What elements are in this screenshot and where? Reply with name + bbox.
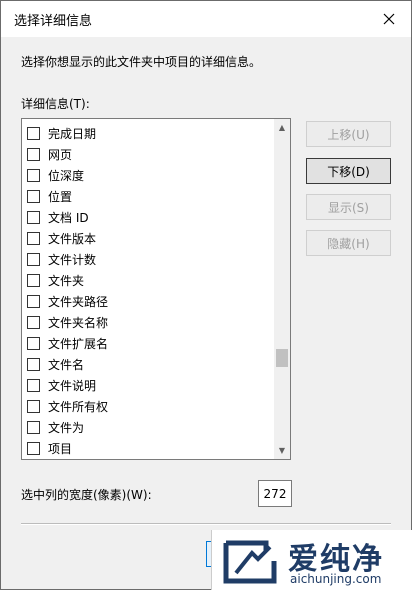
list-item[interactable]: 文件计数 xyxy=(22,249,274,270)
checkbox[interactable] xyxy=(27,400,40,413)
list-item-label: 文档 ID xyxy=(48,211,89,225)
list-item[interactable]: 位置 xyxy=(22,186,274,207)
checkbox[interactable] xyxy=(27,295,40,308)
list-item[interactable]: 位深度 xyxy=(22,165,274,186)
column-width-input[interactable]: 272 xyxy=(258,480,292,507)
checkbox[interactable] xyxy=(27,253,40,266)
show-button[interactable]: 显示(S) xyxy=(306,194,391,220)
list-item-label: 文件扩展名 xyxy=(48,337,109,351)
list-item[interactable]: 文件夹名称 xyxy=(22,312,274,333)
checkbox[interactable] xyxy=(27,169,40,182)
move-down-button[interactable]: 下移(D) xyxy=(306,158,391,184)
list-item[interactable]: 项目 xyxy=(22,438,274,459)
list-item-label: 文件为 xyxy=(48,421,85,435)
window-title: 选择详细信息 xyxy=(14,14,93,29)
watermark: 爱纯净 aichunjing.com xyxy=(211,530,412,590)
list-item[interactable]: 文件版本 xyxy=(22,228,274,249)
title-bar: 选择详细信息 xyxy=(1,1,411,37)
list-item-label: 文件夹名称 xyxy=(48,316,109,330)
list-item[interactable]: 文档 ID xyxy=(22,207,274,228)
list-item-label: 网页 xyxy=(48,148,73,162)
watermark-logo xyxy=(223,540,277,584)
details-list-items: 完成日期网页位深度位置文档 ID 文件版本文件计数文件夹文件夹路径文件夹名称文件扩… xyxy=(22,123,274,459)
hide-button[interactable]: 隐藏(H) xyxy=(306,230,391,256)
details-listbox[interactable]: 完成日期网页位深度位置文档 ID 文件版本文件计数文件夹文件夹路径文件夹名称文件扩… xyxy=(21,118,291,460)
list-item-label: 文件计数 xyxy=(48,253,97,267)
details-list-label: 详细信息(T): xyxy=(21,97,90,111)
list-item-label: 文件说明 xyxy=(48,379,97,393)
checkbox[interactable] xyxy=(27,211,40,224)
close-icon xyxy=(383,13,395,25)
checkbox[interactable] xyxy=(27,442,40,455)
list-item[interactable]: 文件名 xyxy=(22,354,274,375)
list-item[interactable]: 文件夹路径 xyxy=(22,291,274,312)
list-item-label: 文件夹 xyxy=(48,274,85,288)
checkbox[interactable] xyxy=(27,190,40,203)
checkbox[interactable] xyxy=(27,148,40,161)
column-width-label: 选中列的宽度(像素)(W): xyxy=(21,488,152,502)
checkbox[interactable] xyxy=(27,232,40,245)
list-item[interactable]: 文件扩展名 xyxy=(22,333,274,354)
checkbox[interactable] xyxy=(27,316,40,329)
checkbox[interactable] xyxy=(27,379,40,392)
list-item[interactable]: 文件为 xyxy=(22,417,274,438)
list-item-label: 文件所有权 xyxy=(48,400,109,414)
choose-details-dialog: 选择详细信息 选择你想显示的此文件夹中项目的详细信息。 详细信息(T): 完成日… xyxy=(0,0,412,590)
checkbox[interactable] xyxy=(27,421,40,434)
list-item-label: 文件版本 xyxy=(48,232,97,246)
list-item[interactable]: 文件夹 xyxy=(22,270,274,291)
list-item[interactable]: 网页 xyxy=(22,144,274,165)
list-item-label: 项目 xyxy=(48,442,73,456)
scroll-down-arrow-icon[interactable]: ▼ xyxy=(274,442,290,459)
checkbox[interactable] xyxy=(27,337,40,350)
list-scrollbar[interactable]: ▲ ▼ xyxy=(274,119,290,459)
bottom-divider-highlight xyxy=(21,524,391,525)
checkbox[interactable] xyxy=(27,358,40,371)
list-item-label: 位置 xyxy=(48,190,73,204)
list-item-label: 位深度 xyxy=(48,169,85,183)
scroll-up-arrow-icon[interactable]: ▲ xyxy=(274,119,290,136)
close-button[interactable] xyxy=(367,1,411,37)
watermark-url: aichunjing.com xyxy=(290,572,382,586)
list-item-label: 文件夹路径 xyxy=(48,295,109,309)
move-up-button[interactable]: 上移(U) xyxy=(306,121,391,147)
scroll-thumb[interactable] xyxy=(276,349,288,367)
list-item[interactable]: 文件所有权 xyxy=(22,396,274,417)
list-item[interactable]: 完成日期 xyxy=(22,123,274,144)
list-item-label: 完成日期 xyxy=(48,127,97,141)
dialog-description: 选择你想显示的此文件夹中项目的详细信息。 xyxy=(21,55,262,69)
checkbox[interactable] xyxy=(27,274,40,287)
list-item[interactable]: 文件说明 xyxy=(22,375,274,396)
checkbox[interactable] xyxy=(27,127,40,140)
list-item-label: 文件名 xyxy=(48,358,85,372)
